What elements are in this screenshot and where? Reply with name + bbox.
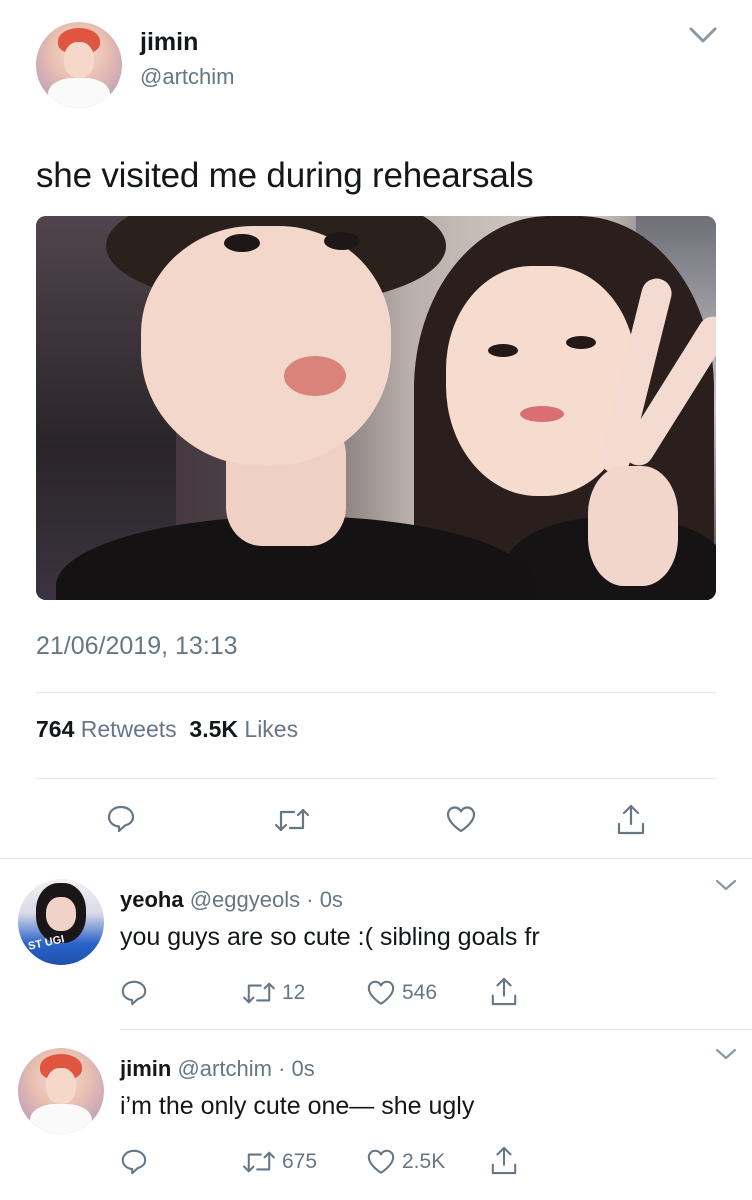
author-name[interactable]: jimin bbox=[140, 28, 198, 57]
photo-person-1-face bbox=[141, 226, 391, 466]
avatar-shirt-text: ST UGI bbox=[27, 933, 66, 953]
reply-time: · 0s bbox=[278, 1056, 315, 1081]
avatar-face bbox=[46, 897, 76, 931]
retweet-button[interactable]: 675 bbox=[242, 1149, 317, 1175]
reply-button[interactable] bbox=[106, 804, 136, 834]
reply-avatar[interactable] bbox=[18, 1048, 104, 1134]
heart-outline-icon bbox=[446, 806, 476, 833]
avatar-face bbox=[46, 1068, 76, 1104]
comment-bubble-icon bbox=[121, 980, 147, 1006]
avatar-face bbox=[64, 42, 94, 78]
reply-avatar[interactable]: ST UGI bbox=[18, 879, 104, 965]
author-avatar[interactable] bbox=[36, 22, 122, 108]
likes-count[interactable]: 3.5K bbox=[189, 716, 238, 742]
reply-author-name[interactable]: yeoha bbox=[120, 887, 184, 912]
reply-author-name[interactable]: jimin bbox=[120, 1056, 171, 1081]
share-button[interactable] bbox=[616, 802, 646, 836]
like-button[interactable]: 2.5K bbox=[366, 1148, 445, 1175]
share-upload-icon bbox=[491, 977, 517, 1006]
main-tweet: jimin @artchim she visited me during reh… bbox=[0, 0, 752, 860]
retweet-count: 12 bbox=[282, 981, 306, 1004]
reply-time: · 0s bbox=[306, 887, 343, 912]
photo-person-1-eye bbox=[224, 234, 260, 252]
share-button[interactable] bbox=[490, 1144, 518, 1176]
reply-text: i’m the only cute one— she ugly bbox=[120, 1092, 475, 1120]
retweet-icon bbox=[243, 1151, 275, 1173]
author-handle[interactable]: @artchim bbox=[140, 64, 234, 90]
share-button[interactable] bbox=[490, 975, 518, 1007]
share-upload-icon bbox=[617, 804, 645, 835]
tweet-text: she visited me during rehearsals bbox=[36, 156, 534, 195]
heart-outline-icon bbox=[367, 1149, 395, 1174]
photo-person-2-lips bbox=[520, 406, 564, 422]
like-button[interactable]: 546 bbox=[366, 979, 437, 1006]
share-upload-icon bbox=[491, 1146, 517, 1175]
like-button[interactable] bbox=[445, 805, 477, 833]
retweet-button[interactable]: 12 bbox=[242, 980, 305, 1006]
retweet-icon bbox=[243, 982, 275, 1004]
reply-author-handle[interactable]: @artchim bbox=[177, 1056, 271, 1081]
photo-person-2-eye bbox=[566, 336, 596, 349]
retweet-icon bbox=[274, 808, 310, 832]
avatar-shirt bbox=[30, 1104, 92, 1134]
reply-author[interactable]: jimin @artchim · 0s bbox=[120, 1056, 315, 1082]
divider bbox=[36, 692, 716, 693]
reply-button[interactable] bbox=[120, 979, 148, 1007]
reply-tweet: jimin @artchim · 0s i’m the only cute on… bbox=[0, 1030, 752, 1200]
like-count: 546 bbox=[402, 980, 438, 1004]
comment-bubble-icon bbox=[107, 805, 135, 833]
retweets-label[interactable]: Retweets bbox=[81, 716, 177, 742]
retweet-button[interactable] bbox=[274, 806, 310, 834]
tweet-stats: 764 Retweets 3.5K Likes bbox=[36, 716, 298, 743]
retweets-count[interactable]: 764 bbox=[36, 716, 74, 742]
tweet-photo[interactable] bbox=[36, 216, 716, 600]
divider bbox=[36, 778, 716, 779]
reply-text: you guys are so cute :( sibling goals fr bbox=[120, 923, 540, 951]
chevron-down-icon[interactable] bbox=[714, 877, 738, 893]
tweet-timestamp: 21/06/2019, 13:13 bbox=[36, 632, 238, 660]
chevron-down-icon[interactable] bbox=[688, 24, 718, 46]
photo-person-2-eye bbox=[488, 344, 518, 357]
reply-author[interactable]: yeoha @eggyeols · 0s bbox=[120, 887, 343, 913]
chevron-down-icon[interactable] bbox=[714, 1046, 738, 1062]
reply-tweet: ST UGI yeoha @eggyeols · 0s you guys are… bbox=[0, 859, 752, 1029]
photo-person-1-eye bbox=[324, 232, 360, 250]
reply-author-handle[interactable]: @eggyeols bbox=[190, 887, 300, 912]
avatar-shirt bbox=[48, 78, 110, 108]
like-count: 2.5K bbox=[402, 1149, 446, 1173]
comment-bubble-icon bbox=[121, 1149, 147, 1175]
retweet-count: 675 bbox=[282, 1150, 318, 1173]
likes-label[interactable]: Likes bbox=[244, 716, 298, 742]
reply-button[interactable] bbox=[120, 1148, 148, 1176]
heart-outline-icon bbox=[367, 980, 395, 1005]
photo-person-1-lips bbox=[284, 356, 346, 396]
photo-person-2-hand bbox=[588, 466, 678, 586]
